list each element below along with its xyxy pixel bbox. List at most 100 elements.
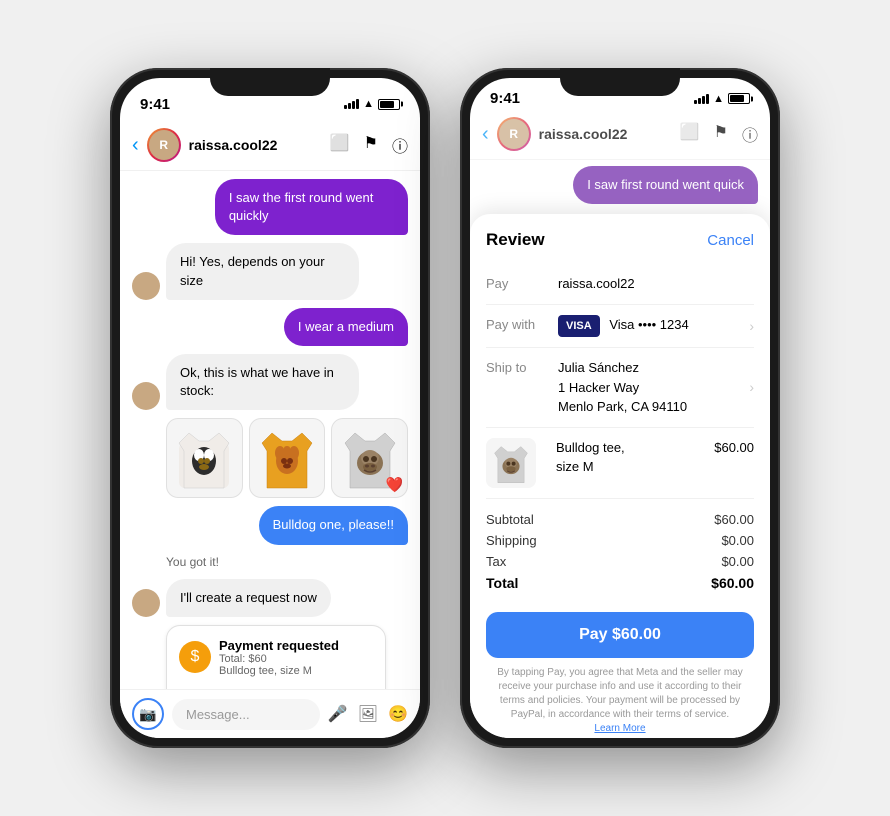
bg-msg-row: I saw first round went quick (482, 166, 758, 204)
legal-body: By tapping Pay, you agree that Meta and … (497, 667, 743, 720)
ship-street: 1 Hacker Way (558, 380, 639, 395)
visa-number: Visa •••• 1234 (609, 317, 688, 332)
info-icon-right[interactable]: ⓘ (742, 122, 758, 146)
video-icon[interactable]: ⬜ (330, 133, 350, 157)
learn-more-link[interactable]: Learn More (594, 723, 645, 734)
avatar-inner-left: R (149, 130, 179, 160)
bar1r (694, 100, 697, 104)
subtotal-label: Subtotal (486, 512, 534, 527)
pay-with-label: Pay with (486, 315, 546, 332)
review-title: Review (486, 230, 545, 250)
ship-address: Julia Sánchez 1 Hacker Way Menlo Park, C… (558, 358, 737, 417)
avatar-received-2 (132, 382, 160, 410)
product-price-review: $60.00 (661, 438, 754, 458)
cancel-button-review[interactable]: Cancel (707, 232, 754, 249)
product-thumb-review (486, 438, 536, 488)
header-icons-right: ⬜ ⚑ ⓘ (680, 122, 758, 146)
total-label: Total (486, 575, 518, 591)
shipping-row: Shipping $0.00 (486, 530, 754, 551)
message-input[interactable]: Message... (172, 699, 320, 730)
msg-row-3: I wear a medium (132, 308, 408, 346)
bubble-8: I'll create a request now (166, 579, 331, 617)
review-ship-row: Ship to Julia Sánchez 1 Hacker Way Menlo… (486, 348, 754, 428)
ship-name: Julia Sánchez (558, 360, 639, 375)
pay-label: Pay (486, 274, 546, 291)
battery-fill-right (730, 95, 744, 102)
payment-card-header: $ Payment requested Total: $60 Bulldog t… (179, 638, 373, 677)
flag-icon[interactable]: ⚑ (364, 133, 378, 157)
right-phone-inner: 9:41 ▲ ‹ R (470, 78, 770, 738)
review-pay-with-row: Pay with VISA Visa •••• 1234 › (486, 305, 754, 349)
chat-body-left: I saw the first round went quickly Hi! Y… (120, 171, 420, 689)
back-button-left[interactable]: ‹ (132, 134, 139, 157)
bar3 (352, 101, 355, 109)
pay-with-value: VISA Visa •••• 1234 (558, 315, 737, 338)
review-pay-row: Pay raissa.cool22 (486, 264, 754, 305)
pay-value: raissa.cool22 (558, 274, 754, 294)
avatar-left: R (147, 128, 181, 162)
chat-header-right: ‹ R raissa.cool22 ⬜ ⚑ ⓘ (470, 111, 770, 160)
ship-to-label: Ship to (486, 358, 546, 375)
right-phone: 9:41 ▲ ‹ R (460, 68, 780, 748)
product-bulldog[interactable]: ❤️ (331, 418, 408, 498)
msg-row-2: Hi! Yes, depends on your size (132, 243, 408, 299)
product-collie[interactable] (166, 418, 243, 498)
input-actions: 🎤 🖼 😊 (328, 704, 408, 724)
shipping-label: Shipping (486, 533, 537, 548)
username-left: raissa.cool22 (189, 137, 322, 153)
msg-row-6: Bulldog one, please!! (132, 506, 408, 544)
golden-svg (257, 423, 317, 493)
payment-icon: $ (179, 641, 211, 673)
pay-with-chevron[interactable]: › (749, 318, 754, 334)
totals-section: Subtotal $60.00 Shipping $0.00 Tax $0.00… (486, 499, 754, 604)
bubble-3: I wear a medium (284, 308, 408, 346)
bulldog-svg (340, 423, 400, 493)
info-icon[interactable]: ⓘ (392, 133, 408, 157)
video-icon-right[interactable]: ⬜ (680, 122, 700, 146)
msg-row-1: I saw the first round went quickly (132, 179, 408, 235)
chat-header-left: ‹ R raissa.cool22 ⬜ ⚑ ⓘ (120, 122, 420, 171)
pay-now-button[interactable]: Pay $60.00 (486, 612, 754, 658)
flag-icon-right[interactable]: ⚑ (714, 122, 728, 146)
tax-label: Tax (486, 554, 506, 569)
left-phone: 9:41 ▲ ‹ R (110, 68, 430, 748)
bar4r (706, 94, 709, 104)
image-icon[interactable]: 🖼 (358, 704, 378, 724)
ship-chevron[interactable]: › (749, 379, 754, 395)
shipping-value: $0.00 (721, 533, 754, 548)
status-icons-right: ▲ (694, 93, 750, 105)
payment-card-info: Payment requested Total: $60 Bulldog tee… (219, 638, 339, 677)
header-icons-left: ⬜ ⚑ ⓘ (330, 133, 408, 157)
collie-svg (174, 423, 234, 493)
bubble-1: I saw the first round went quickly (215, 179, 408, 235)
avatar-received-3 (132, 589, 160, 617)
left-phone-inner: 9:41 ▲ ‹ R (120, 78, 420, 738)
time-right: 9:41 (490, 90, 520, 107)
product-golden[interactable] (249, 418, 326, 498)
bar2r (698, 98, 701, 104)
payment-total: Total: $60 (219, 653, 339, 665)
visa-badge: VISA (558, 315, 600, 338)
msg-row-4: Ok, this is what we have in stock: (132, 354, 408, 410)
sys-msg-7: You got it! (166, 553, 219, 571)
battery-icon-right (728, 93, 750, 104)
camera-button[interactable]: 📷 (132, 698, 164, 730)
product-row: ❤️ (166, 418, 408, 498)
wifi-icon-right: ▲ (713, 93, 724, 105)
emoji-icon[interactable]: 😊 (388, 704, 408, 724)
status-icons-left: ▲ (344, 98, 400, 110)
input-bar-left: 📷 Message... 🎤 🖼 😊 (120, 689, 420, 738)
username-right: raissa.cool22 (539, 126, 672, 142)
bg-chat: I saw first round went quick (470, 160, 770, 210)
back-button-right[interactable]: ‹ (482, 123, 489, 146)
review-product-row: Bulldog tee, size M $60.00 (486, 428, 754, 499)
mic-icon[interactable]: 🎤 (328, 704, 348, 724)
bar1 (344, 105, 347, 109)
bar4 (356, 99, 359, 109)
total-value: $60.00 (711, 575, 754, 591)
avatar-right: R (497, 117, 531, 151)
notch-right (560, 68, 680, 96)
signal-icon (344, 99, 359, 109)
bubble-4: Ok, this is what we have in stock: (166, 354, 359, 410)
wifi-icon: ▲ (363, 98, 374, 110)
